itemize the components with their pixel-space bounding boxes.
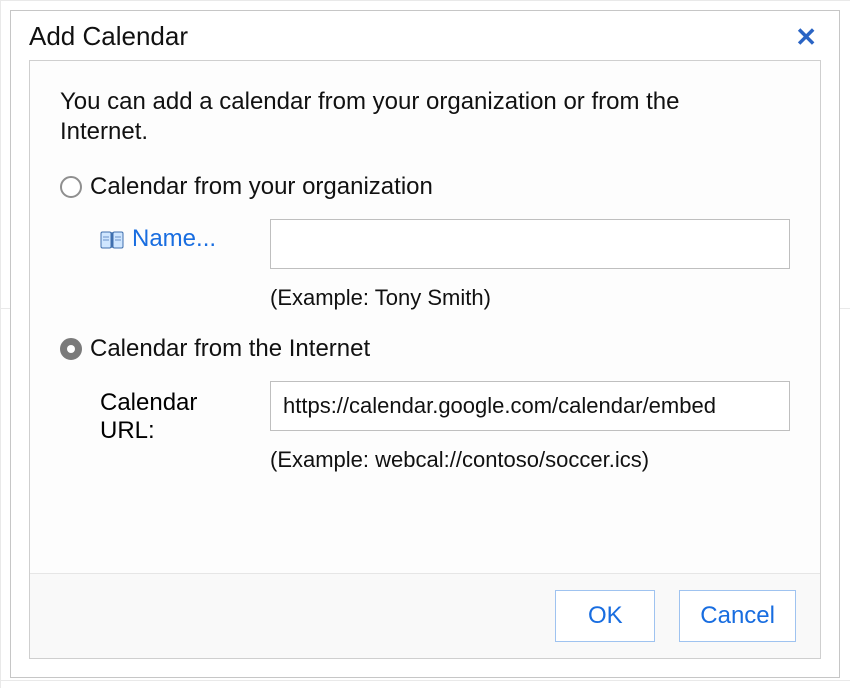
- dialog-title: Add Calendar: [29, 21, 188, 52]
- option-internet-label: Calendar from the Internet: [90, 335, 370, 363]
- radio-internet[interactable]: [60, 338, 82, 360]
- address-book-icon: [100, 229, 124, 249]
- calendar-url-label: Calendar URL:: [100, 389, 250, 445]
- option-organization: Calendar from your organization: [60, 173, 790, 311]
- calendar-url-label-col: Calendar URL:: [60, 381, 250, 445]
- option-organization-head[interactable]: Calendar from your organization: [60, 173, 790, 201]
- option-organization-label: Calendar from your organization: [90, 173, 433, 201]
- ok-button[interactable]: OK: [555, 590, 655, 642]
- organization-name-row: Name... (Example: Tony Smith): [60, 219, 790, 311]
- dialog-inner: You can add a calendar from your organiz…: [29, 60, 821, 659]
- dialog-bottom-spacer: [11, 659, 839, 677]
- organization-name-example: (Example: Tony Smith): [270, 285, 790, 311]
- organization-name-input-col: (Example: Tony Smith): [270, 219, 790, 311]
- internet-url-row: Calendar URL: (Example: webcal://contoso…: [60, 381, 790, 473]
- dialog-titlebar: Add Calendar ✕: [11, 11, 839, 60]
- cancel-button[interactable]: Cancel: [679, 590, 796, 642]
- dialog-button-bar: OK Cancel: [30, 573, 820, 658]
- radio-organization[interactable]: [60, 176, 82, 198]
- close-icon[interactable]: ✕: [791, 22, 821, 52]
- calendar-url-input[interactable]: [270, 381, 790, 431]
- option-internet-head[interactable]: Calendar from the Internet: [60, 335, 790, 363]
- dialog-intro-text: You can add a calendar from your organiz…: [60, 87, 760, 147]
- organization-name-input[interactable]: [270, 219, 790, 269]
- option-internet: Calendar from the Internet Calendar URL:…: [60, 335, 790, 473]
- calendar-url-example: (Example: webcal://contoso/soccer.ics): [270, 447, 790, 473]
- calendar-url-input-col: (Example: webcal://contoso/soccer.ics): [270, 381, 790, 473]
- name-picker[interactable]: Name...: [60, 219, 250, 253]
- name-picker-link[interactable]: Name...: [132, 225, 216, 253]
- dialog-content: You can add a calendar from your organiz…: [30, 61, 820, 573]
- add-calendar-dialog: Add Calendar ✕ You can add a calendar fr…: [10, 10, 840, 678]
